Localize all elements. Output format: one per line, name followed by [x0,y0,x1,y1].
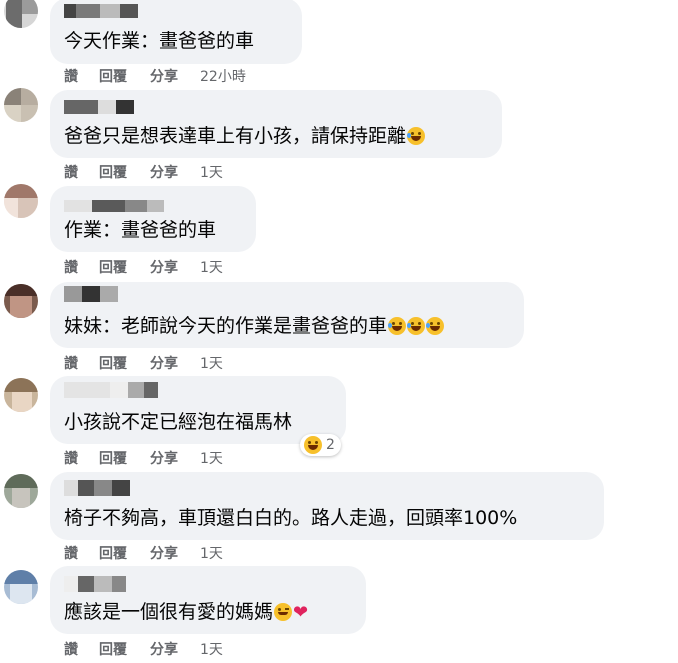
reaction-count: 2 [326,437,335,453]
reply-button[interactable]: 回覆 [99,66,150,86]
comment-text: 今天作業：畫爸爸的車 [64,30,255,52]
comment-text: 椅子不夠高，車頂還白白的。路人走過，回頭率100% [64,507,518,529]
share-button[interactable]: 分享 [150,257,200,277]
reaction-badge[interactable]: 2 [300,434,341,456]
comment-bubble: 作業：畫爸爸的車 [50,186,256,252]
joy-emoji [407,317,426,335]
share-button[interactable]: 分享 [150,66,200,86]
reply-button[interactable]: 回覆 [99,257,150,277]
avatar[interactable] [4,184,38,218]
comment-text-content: 爸爸只是想表達車上有小孩，請保持距離 [64,125,407,147]
like-button[interactable]: 讚 [64,353,99,373]
rolling-laugh-emoji [407,127,426,145]
wink-emoji [274,603,293,621]
comment-text: 作業：畫爸爸的車 [64,219,217,241]
like-button[interactable]: 讚 [64,257,99,277]
commenter-name[interactable] [64,480,164,496]
avatar[interactable] [4,284,38,318]
like-button[interactable]: 讚 [64,448,99,468]
comment-timestamp[interactable]: 1天 [200,162,223,182]
joy-emoji [388,317,407,335]
reply-button[interactable]: 回覆 [99,353,150,373]
like-button[interactable]: 讚 [64,543,99,563]
commenter-name[interactable] [64,286,164,302]
avatar[interactable] [4,474,38,508]
commenter-name[interactable] [64,382,184,398]
share-button[interactable]: 分享 [150,162,200,182]
comment-bubble: 應該是一個很有愛的媽媽 ❤ [50,566,366,634]
comment-timestamp[interactable]: 22小時 [200,66,246,86]
like-button[interactable]: 讚 [64,66,99,86]
comment-actions: 讚 回覆 分享 1天 [64,353,223,373]
comment-actions: 讚 回覆 分享 1天 [64,448,223,468]
comment-timestamp[interactable]: 1天 [200,257,223,277]
reply-button[interactable]: 回覆 [99,639,150,659]
commenter-name[interactable] [64,200,164,212]
comment-timestamp[interactable]: 1天 [200,448,223,468]
comment-bubble: 妹妹：老師說今天的作業是畫爸爸的車 [50,282,524,348]
comment-text: 爸爸只是想表達車上有小孩，請保持距離 [64,124,426,148]
like-button[interactable]: 讚 [64,162,99,182]
like-button[interactable]: 讚 [64,639,99,659]
comment-bubble: 今天作業：畫爸爸的車 [50,0,302,64]
comment-bubble: 椅子不夠高，車頂還白白的。路人走過，回頭率100% [50,472,604,540]
commenter-name[interactable] [64,4,164,18]
commenter-name[interactable] [64,100,164,114]
reply-button[interactable]: 回覆 [99,448,150,468]
comment-timestamp[interactable]: 1天 [200,353,223,373]
share-button[interactable]: 分享 [150,639,200,659]
comment-text: 小孩說不定已經泡在福馬林 [64,411,293,433]
avatar[interactable] [4,0,38,28]
comment-bubble: 小孩說不定已經泡在福馬林 [50,376,346,444]
comment-timestamp[interactable]: 1天 [200,543,223,563]
avatar[interactable] [4,88,38,122]
comment-bubble: 爸爸只是想表達車上有小孩，請保持距離 [50,90,502,158]
heart-icon: ❤ [293,602,309,623]
comment-actions: 讚 回覆 分享 1天 [64,543,223,563]
laugh-reaction-icon [304,436,322,454]
comment-text: 妹妹：老師說今天的作業是畫爸爸的車 [64,314,445,338]
avatar[interactable] [4,570,38,604]
commenter-name[interactable] [64,576,164,592]
comment-timestamp[interactable]: 1天 [200,639,223,659]
comment-actions: 讚 回覆 分享 22小時 [64,66,246,86]
comment-actions: 讚 回覆 分享 1天 [64,639,223,659]
share-button[interactable]: 分享 [150,448,200,468]
reply-button[interactable]: 回覆 [99,543,150,563]
reply-button[interactable]: 回覆 [99,162,150,182]
comment-actions: 讚 回覆 分享 1天 [64,257,223,277]
share-button[interactable]: 分享 [150,353,200,373]
comment-text-content: 應該是一個很有愛的媽媽 [64,601,274,623]
comment-actions: 讚 回覆 分享 1天 [64,162,223,182]
comment-text: 應該是一個很有愛的媽媽 ❤ [64,600,308,625]
comment-text-content: 妹妹：老師說今天的作業是畫爸爸的車 [64,315,388,337]
share-button[interactable]: 分享 [150,543,200,563]
avatar[interactable] [4,378,38,412]
joy-emoji [426,317,445,335]
